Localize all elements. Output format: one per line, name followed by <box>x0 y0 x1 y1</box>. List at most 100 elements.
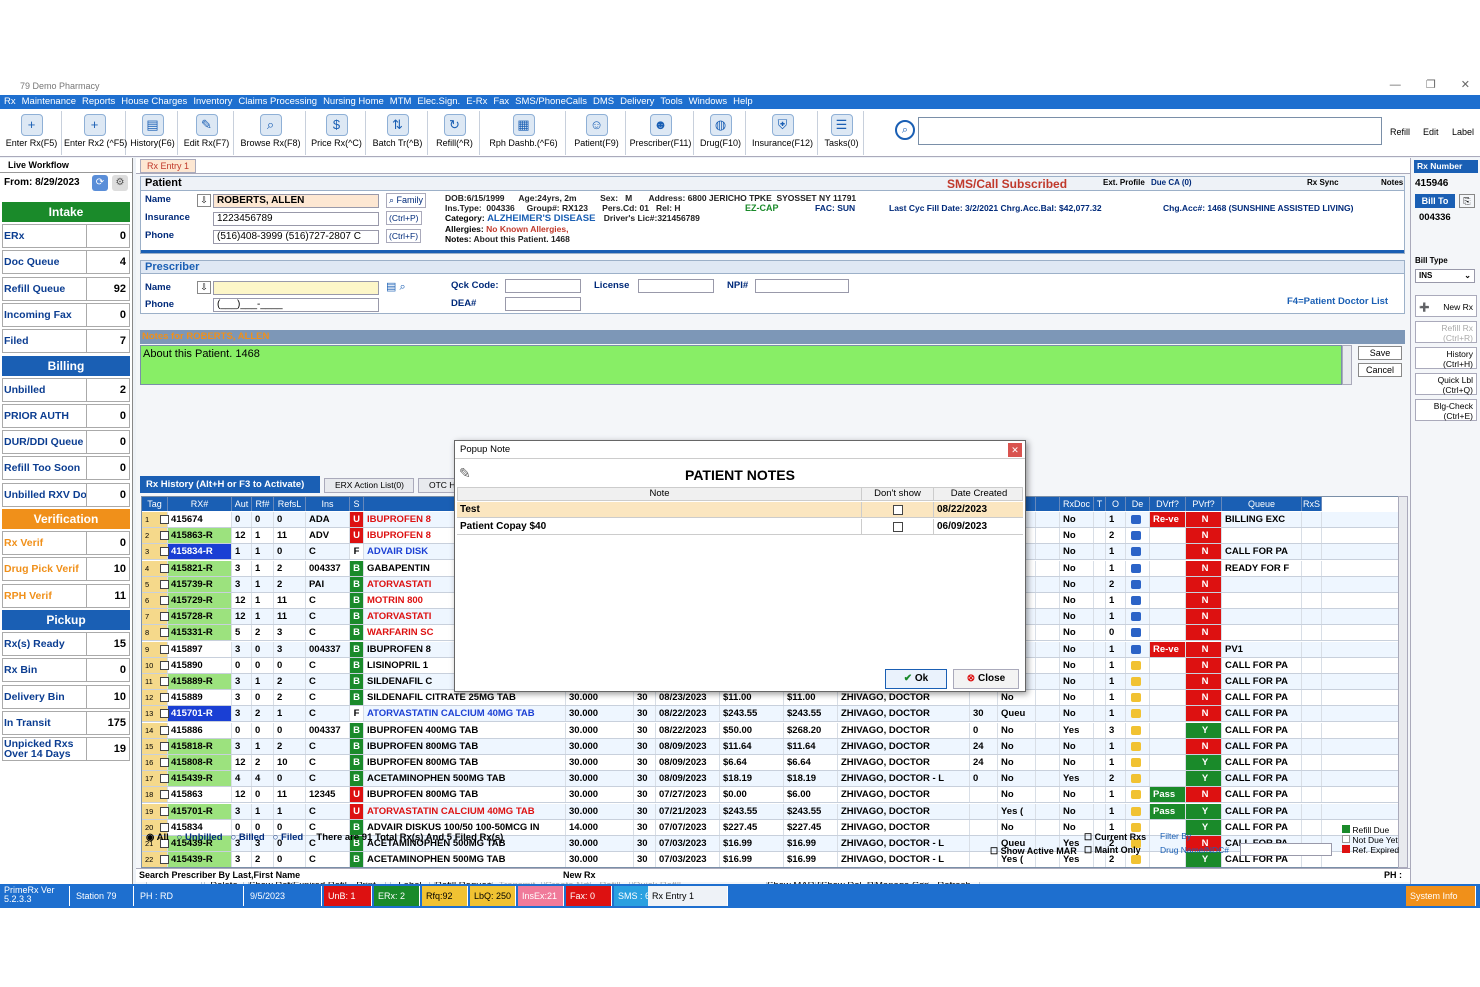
row-checkbox[interactable] <box>160 774 169 784</box>
queue-unpicked-rxs-over-14-days[interactable]: Unpicked Rxs Over 14 Days 19 <box>2 737 130 762</box>
filter-unbilled-radio[interactable]: ○ Unbilled <box>177 832 223 843</box>
notes-scrollbar[interactable] <box>1342 345 1352 385</box>
row-checkbox[interactable] <box>160 855 169 865</box>
cell-rx[interactable]: 415889 <box>168 690 232 706</box>
menu-help[interactable]: Help <box>733 96 753 107</box>
cancel-button[interactable]: Cancel <box>1358 363 1402 377</box>
history-side-button[interactable]: History (Ctrl+H) <box>1415 347 1477 369</box>
billing-check-button[interactable]: Blg-Check (Ctrl+E) <box>1415 399 1477 421</box>
col-refsl[interactable]: RefsL <box>274 497 306 511</box>
maint-only-checkbox[interactable]: ☐ Maint Only <box>1084 845 1141 856</box>
gear-icon[interactable]: ⚙ <box>112 175 128 191</box>
col-dvrf[interactable]: DVrf? <box>1150 497 1186 511</box>
edit-rx-button[interactable]: ✎ Edit Rx(F7) <box>180 111 234 155</box>
cell-rx[interactable]: 415439-R <box>168 771 232 787</box>
col-icon-16[interactable] <box>1036 497 1060 511</box>
cell-rx[interactable]: 415808-R <box>168 755 232 770</box>
row-checkbox[interactable] <box>160 628 169 638</box>
queue-rx-verif[interactable]: Rx Verif 0 <box>2 531 130 555</box>
bill-type-select[interactable]: INS ⌄ <box>1415 269 1475 283</box>
col-de[interactable]: De <box>1126 497 1150 511</box>
menu-maintenance[interactable]: Maintenance <box>22 96 76 107</box>
prescriber-phone-field[interactable]: (___)___-____ <box>213 298 379 312</box>
show-active-mar-checkbox[interactable]: ☐ Show Active MAR <box>990 846 1077 857</box>
queue-refill-queue[interactable]: Refill Queue 92 <box>2 276 130 301</box>
quick-label-button[interactable]: Quick Lbl (Ctrl+Q) <box>1415 373 1477 395</box>
filter-filed-radio[interactable]: ○ Filed <box>273 832 304 843</box>
menu-claims-processing[interactable]: Claims Processing <box>238 96 317 107</box>
new-rx-button[interactable]: ➕ New Rx <box>1415 295 1477 317</box>
insurance-button[interactable]: ⛨ Insurance(F12) <box>748 111 818 155</box>
table-row[interactable]: 16 415808-R 12 2 10 C B IBUPROFEN 800MG TAB 30.0… <box>142 755 1405 771</box>
filter-billed-radio[interactable]: ○ Billed <box>230 832 264 843</box>
tab-otc-history[interactable]: OTC H <box>418 478 458 493</box>
col-pvrf[interactable]: PVrf? <box>1186 497 1222 511</box>
notes-button[interactable]: Notes <box>1381 178 1403 187</box>
table-row[interactable]: 12 415889 3 0 2 C B SILDENAFIL CITRATE 25MG TAB… <box>142 690 1405 707</box>
ext-profile-button[interactable]: Ext. Profile <box>1103 178 1145 187</box>
insurance-field[interactable]: 1223456789 <box>213 212 379 226</box>
row-checkbox[interactable] <box>160 579 169 589</box>
col-rx[interactable]: RX# <box>168 497 232 511</box>
menu-delivery[interactable]: Delivery <box>620 96 654 107</box>
edit-shortcut-button[interactable]: Edit <box>1423 127 1439 137</box>
menu-tools[interactable]: Tools <box>660 96 682 107</box>
cell-rx[interactable]: 415818-R <box>168 738 232 754</box>
queue-rph-verif[interactable]: RPH Verif 11 <box>2 583 130 608</box>
row-checkbox[interactable] <box>160 531 169 541</box>
command-input[interactable] <box>918 117 1382 145</box>
cell-rx[interactable]: 415729-R <box>168 593 232 608</box>
menu-windows[interactable]: Windows <box>689 96 728 107</box>
table-row[interactable]: 17 415439-R 4 4 0 C B ACETAMINOPHEN 500MG TAB 30… <box>142 771 1405 788</box>
menu-sms-phonecalls[interactable]: SMS/PhoneCalls <box>515 96 587 107</box>
row-checkbox[interactable] <box>160 741 169 751</box>
current-rxs-checkbox[interactable]: ☐ Current Rxs <box>1084 832 1146 843</box>
cell-rx[interactable]: 415821-R <box>168 560 232 576</box>
queue-doc-queue[interactable]: Doc Queue 4 <box>2 250 130 275</box>
status-erx[interactable]: ERx: 2 <box>374 886 420 906</box>
filter-all-radio[interactable]: ◉ All <box>146 832 169 843</box>
patient-notes-textarea[interactable]: About this Patient. 1468 <box>140 345 1342 385</box>
queue-dur-ddi-queue[interactable]: DUR/DDI Queue 0 <box>2 430 130 455</box>
status-rfq[interactable]: Rfq:92 <box>422 886 468 906</box>
cell-rx[interactable]: 415674 <box>168 512 232 527</box>
refill-rx-button[interactable]: Refill Rx (Ctrl+R) <box>1415 321 1477 343</box>
cell-rx[interactable]: 415863-R <box>168 528 232 544</box>
table-row[interactable]: 18 415863 12 0 11 12345 U IBUPROFEN 800MG TAB 30… <box>142 787 1405 804</box>
bill-to-options-icon[interactable]: ⎘ <box>1459 194 1475 208</box>
rx-number-value[interactable]: 415946 <box>1415 178 1448 189</box>
queue-erx[interactable]: ERx 0 <box>2 224 130 248</box>
row-checkbox[interactable] <box>160 822 169 832</box>
status-lbq[interactable]: LbQ: 250 <box>470 886 516 906</box>
patient-button[interactable]: ☺ Patient(F9) <box>568 111 626 155</box>
cell-rx[interactable]: 415886 <box>168 722 232 738</box>
menu-mtm[interactable]: MTM <box>390 96 412 107</box>
queue-filed[interactable]: Filed 7 <box>2 329 130 354</box>
drug-button[interactable]: ◍ Drug(F10) <box>696 111 746 155</box>
col-o[interactable]: O <box>1106 497 1126 511</box>
row-checkbox[interactable] <box>160 612 169 622</box>
close-button[interactable]: ⊗ Close <box>953 669 1019 689</box>
menu-fax[interactable]: Fax <box>493 96 509 107</box>
rph-dashboard-button[interactable]: ▦ Rph Dashb.(^F6) <box>482 111 566 155</box>
row-checkbox[interactable] <box>160 660 169 670</box>
queue-drug-pick-verif[interactable]: Drug Pick Verif 10 <box>2 557 130 582</box>
menu-inventory[interactable]: Inventory <box>193 96 232 107</box>
note-row[interactable]: Test 08/22/2023 <box>457 502 1023 518</box>
phone-field[interactable]: (516)408-3999 (516)727-2807 C <box>213 230 379 244</box>
queue-incoming-fax[interactable]: Incoming Fax 0 <box>2 302 130 327</box>
filter-input[interactable] <box>1240 843 1332 856</box>
cell-rx[interactable]: 415439-R <box>168 852 232 867</box>
tasks-button[interactable]: ☰ Tasks(0) <box>820 111 864 155</box>
patient-name-field[interactable]: ROBERTS, ALLEN <box>213 194 379 208</box>
cell-rx[interactable]: 415834-R <box>168 544 232 560</box>
queue-in-transit[interactable]: In Transit 175 <box>2 710 130 735</box>
row-checkbox[interactable] <box>160 709 169 719</box>
cell-rx[interactable]: 415331-R <box>168 625 232 641</box>
menu-e-rx[interactable]: E-Rx <box>466 96 487 107</box>
col-tag[interactable]: Tag <box>142 497 168 511</box>
npi-field[interactable] <box>755 279 849 293</box>
cell-rx[interactable]: 415739-R <box>168 576 232 592</box>
search-icon[interactable]: ⌕ <box>895 120 915 140</box>
row-checkbox[interactable] <box>160 644 169 654</box>
